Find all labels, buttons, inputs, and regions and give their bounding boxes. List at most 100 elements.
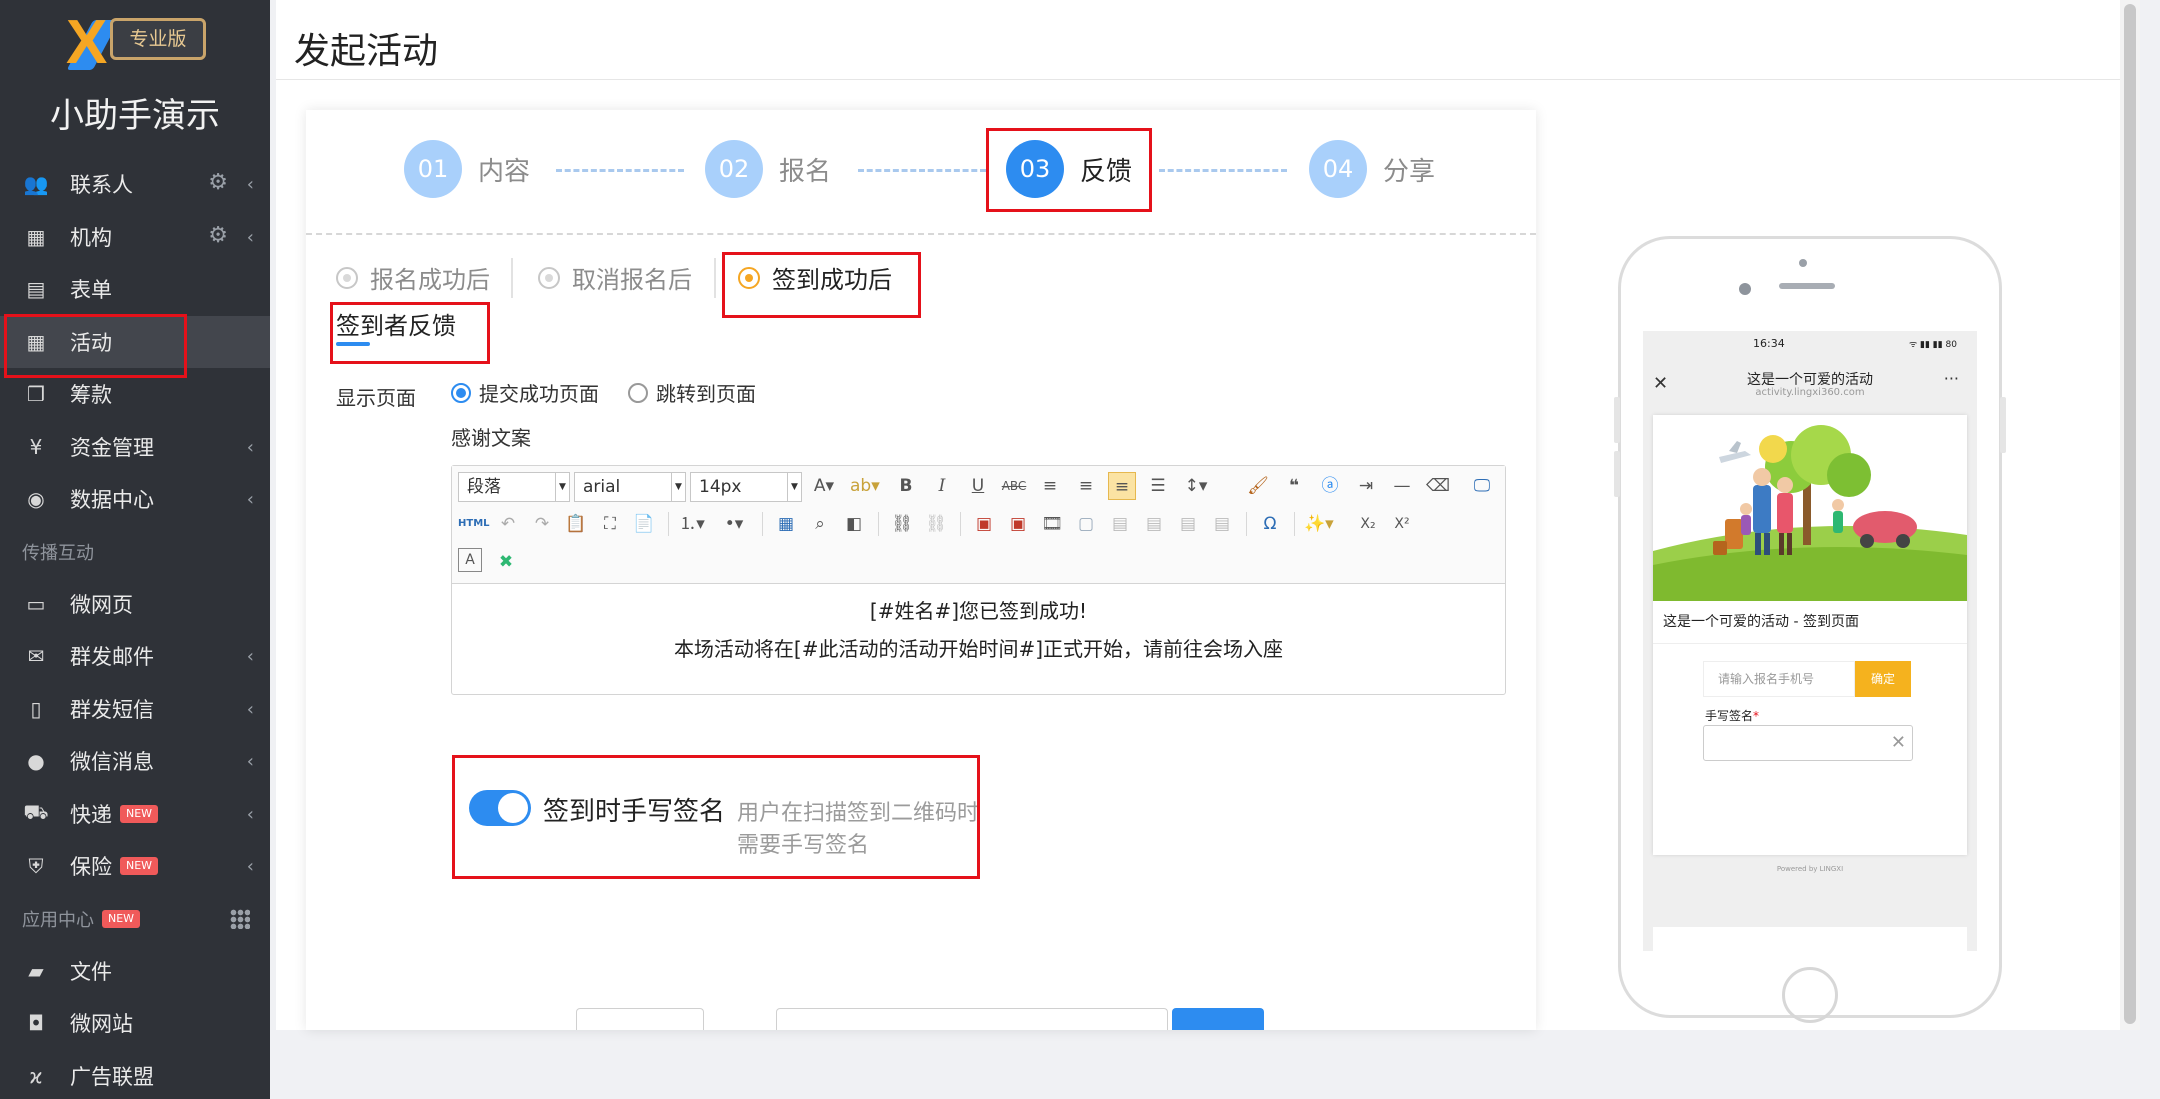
align-justify-icon[interactable]: ☰	[1144, 472, 1172, 500]
sidebar-item-funds[interactable]: ¥ 资金管理 ‹	[0, 421, 270, 474]
building-icon: ▦	[26, 224, 46, 249]
image-float-icon[interactable]: ▢	[1072, 510, 1100, 538]
font-size-select[interactable]: 14px ▼	[690, 472, 802, 502]
sidebar-item-forms[interactable]: ▤ 表单	[0, 263, 270, 316]
paste-icon[interactable]: 📄	[630, 510, 658, 538]
horizontal-rule-icon[interactable]: —	[1388, 472, 1416, 500]
radio-redirect-page[interactable]: 跳转到页面	[628, 378, 756, 407]
table-icon[interactable]: ▦	[772, 510, 800, 538]
toolbar-separator	[878, 512, 879, 536]
unlink-icon[interactable]: ⛓	[922, 510, 950, 538]
align-center-icon[interactable]: ≡	[1108, 472, 1136, 500]
image-right-icon[interactable]: ▤	[1140, 510, 1168, 538]
superscript-icon[interactable]: X²	[1388, 510, 1416, 538]
video-icon[interactable]: 🎞	[1038, 510, 1066, 538]
magic-wand-icon[interactable]: ✨▾	[1304, 510, 1334, 538]
users-icon: 👥	[23, 172, 49, 197]
special-chars-icon[interactable]: Ω	[1256, 510, 1284, 538]
sidebar-item-data-center[interactable]: ◉ 数据中心 ‹	[0, 473, 270, 526]
gear-icon[interactable]: ⚙	[208, 223, 228, 248]
step-registration[interactable]: 02 报名	[705, 140, 831, 198]
image-icon[interactable]: ▣	[970, 510, 998, 538]
save-draft-button[interactable]	[776, 1008, 1168, 1030]
toolbar-separator	[1294, 512, 1295, 536]
line-height-icon[interactable]: ↕▾	[1182, 472, 1210, 500]
link-icon[interactable]: ⛓	[888, 510, 916, 538]
paste-text-icon[interactable]: 📋	[562, 510, 590, 538]
toolbar-separator	[762, 512, 763, 536]
multi-image-icon[interactable]: ▣	[1004, 510, 1032, 538]
editor-line-1: [#姓名#]您已签到成功!	[869, 599, 1088, 623]
font-size-value: 14px	[699, 477, 742, 497]
signature-input[interactable]: ✕	[1703, 725, 1913, 761]
search-icon[interactable]: ⌕	[806, 510, 834, 538]
image-left-icon[interactable]: ▤	[1106, 510, 1134, 538]
tab-after-cancel[interactable]: 取消报名后	[538, 260, 692, 295]
more-icon[interactable]: ···	[1944, 369, 1959, 388]
sidebar-item-mass-mail[interactable]: ✉ 群发邮件 ‹	[0, 630, 270, 683]
find-replace-icon[interactable]: ⛶	[596, 510, 624, 538]
sidebar-item-micro-page[interactable]: ▭ 微网页	[0, 578, 270, 631]
align-right-icon[interactable]: ≡	[1072, 472, 1100, 500]
home-button[interactable]	[1782, 967, 1838, 1023]
sidebar-item-organizations[interactable]: ▦ 机构 ⚙ ‹	[0, 211, 270, 264]
toolbar-separator	[668, 512, 669, 536]
sidebar-item-contacts[interactable]: 👥 联系人 ⚙ ‹	[0, 158, 270, 211]
paragraph-select[interactable]: 段落 ▼	[458, 472, 570, 502]
app-title: 小助手演示	[50, 96, 220, 136]
sidebar-item-express[interactable]: ⛟ 快递 NEW ‹	[0, 788, 270, 841]
image-center-icon[interactable]: ▤	[1174, 510, 1202, 538]
gear-icon[interactable]: ⚙	[208, 170, 228, 195]
clear-icon[interactable]: ✕	[1891, 732, 1906, 753]
phone-number-input[interactable]: 请输入报名手机号	[1703, 661, 1855, 697]
eraser-icon[interactable]: ⌫	[1424, 472, 1452, 500]
grid-icon[interactable]	[230, 908, 250, 929]
align-left-icon[interactable]: ≡	[1036, 472, 1064, 500]
plugin-x-icon[interactable]: ✖	[492, 548, 520, 576]
html-source-icon[interactable]: HTML	[458, 510, 490, 538]
pro-badge: 专业版	[110, 18, 206, 60]
sidebar-item-insurance[interactable]: ⛨ 保险 NEW ‹	[0, 840, 270, 893]
highlight-color-icon[interactable]: ab▾	[850, 472, 880, 500]
font-color-icon[interactable]: A▾	[810, 472, 838, 500]
anchor-icon[interactable]: ⓐ	[1316, 472, 1344, 500]
unordered-list-icon[interactable]: •▾	[720, 510, 748, 538]
next-step-button[interactable]	[1172, 1008, 1264, 1030]
camera-dot	[1799, 259, 1807, 267]
image-block-icon[interactable]: ▤	[1208, 510, 1236, 538]
scrollbar-thumb[interactable]	[2124, 4, 2136, 1024]
step-connector	[858, 169, 986, 172]
italic-icon[interactable]: I	[928, 472, 956, 500]
page-scrollbar[interactable]	[2120, 0, 2140, 1030]
section-apps[interactable]: 应用中心 NEW	[0, 893, 270, 945]
bold-icon[interactable]: B	[892, 472, 920, 500]
font-family-select[interactable]: arial ▼	[574, 472, 686, 502]
redo-icon[interactable]: ↷	[528, 510, 556, 538]
step-content[interactable]: 01 内容	[404, 140, 530, 198]
app-logo[interactable]: X 专业版	[66, 12, 206, 74]
preview-icon[interactable]: 🖵	[1468, 472, 1496, 500]
undo-icon[interactable]: ↶	[494, 510, 522, 538]
underline-icon[interactable]: U	[964, 472, 992, 500]
confirm-button[interactable]: 确定	[1855, 661, 1911, 697]
sidebar-item-label: 微信消息	[70, 750, 154, 775]
sidebar-item-wechat[interactable]: ● 微信消息 ‹	[0, 735, 270, 788]
clear-format-icon[interactable]: ◧	[840, 510, 868, 538]
highlight-tab-checkin	[722, 252, 921, 318]
ordered-list-icon[interactable]: ⒈▾	[678, 510, 706, 538]
prev-step-button[interactable]	[576, 1008, 704, 1030]
format-painter-icon[interactable]: 🖌	[1244, 472, 1272, 500]
sidebar-item-ad-alliance[interactable]: ϰ 广告联盟	[0, 1050, 270, 1099]
step-share[interactable]: 04 分享	[1309, 140, 1435, 198]
text-box-icon[interactable]: A	[458, 548, 482, 572]
tab-after-registration[interactable]: 报名成功后	[336, 260, 490, 295]
sidebar-item-files[interactable]: ▰ 文件	[0, 945, 270, 998]
subscript-icon[interactable]: X₂	[1354, 510, 1382, 538]
blockquote-icon[interactable]: ❝	[1280, 472, 1308, 500]
sidebar-item-mass-sms[interactable]: ▯ 群发短信 ‹	[0, 683, 270, 736]
strikethrough-icon[interactable]: ABC	[1000, 472, 1028, 500]
radio-submit-page[interactable]: 提交成功页面	[451, 378, 599, 407]
sidebar-item-micro-site[interactable]: ◘ 微网站	[0, 997, 270, 1050]
editor-content[interactable]: [#姓名#]您已签到成功! 本场活动将在[#此活动的活动开始时间#]正式开始，请…	[452, 586, 1505, 694]
indent-icon[interactable]: ⇥	[1352, 472, 1380, 500]
